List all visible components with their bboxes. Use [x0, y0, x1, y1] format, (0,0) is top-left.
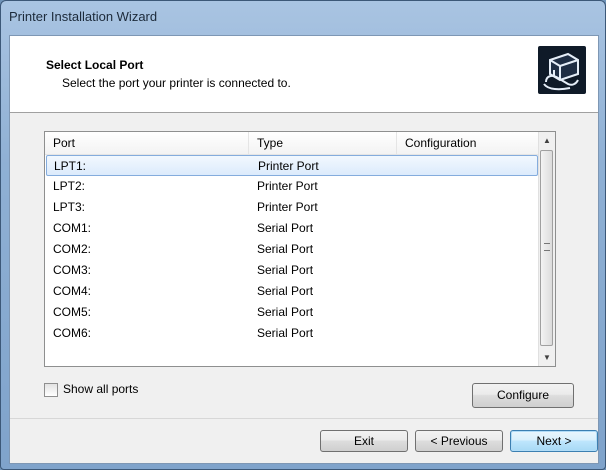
configure-button[interactable]: Configure: [472, 383, 574, 408]
column-header-configuration[interactable]: Configuration: [397, 132, 539, 154]
port-cell: COM2:: [53, 242, 92, 256]
scrollbar-thumb[interactable]: [540, 150, 553, 346]
column-header-port[interactable]: Port: [45, 132, 249, 154]
type-cell: Serial Port: [257, 284, 314, 298]
port-cell: LPT3:: [53, 200, 86, 214]
table-row[interactable]: COM1: Serial Port: [45, 218, 539, 239]
table-row[interactable]: COM6: Serial Port: [45, 323, 539, 344]
column-header-type[interactable]: Type: [249, 132, 397, 154]
type-cell: Printer Port: [257, 179, 318, 193]
port-cell: COM4:: [53, 284, 92, 298]
scroll-up-arrow-icon[interactable]: ▲: [539, 132, 555, 149]
table-row[interactable]: COM2: Serial Port: [45, 239, 539, 260]
table-row[interactable]: COM4: Serial Port: [45, 281, 539, 302]
show-all-ports-label[interactable]: Show all ports: [63, 382, 138, 396]
port-cell: COM1:: [53, 221, 92, 235]
port-cell: COM6:: [53, 326, 92, 340]
next-button[interactable]: Next >: [510, 430, 598, 452]
type-cell: Serial Port: [257, 263, 314, 277]
table-row[interactable]: LPT2: Printer Port: [45, 176, 539, 197]
type-cell: Serial Port: [257, 242, 314, 256]
checkbox-box[interactable]: [44, 383, 58, 397]
page-title: Select Local Port: [46, 58, 144, 72]
port-cell: COM3:: [53, 263, 92, 277]
window-title: Printer Installation Wizard: [9, 9, 158, 24]
wizard-header: Select Local Port Select the port your p…: [10, 36, 598, 113]
type-cell: Serial Port: [257, 221, 314, 235]
table-row[interactable]: LPT3: Printer Port: [45, 197, 539, 218]
port-list-header: Port Type Configuration: [45, 132, 539, 155]
port-cell: LPT2:: [53, 179, 86, 193]
title-bar[interactable]: Printer Installation Wizard: [1, 1, 605, 35]
grip-icon: [544, 243, 550, 251]
port-list[interactable]: Port Type Configuration LPT1: Printer Po…: [44, 131, 556, 367]
wizard-window: Printer Installation Wizard Select Local…: [0, 0, 606, 470]
type-cell: Serial Port: [257, 305, 314, 319]
printer-icon: [538, 46, 586, 94]
table-row[interactable]: LPT1: Printer Port: [46, 155, 538, 176]
port-cell: LPT1:: [54, 159, 87, 173]
type-cell: Printer Port: [257, 200, 318, 214]
footer-divider: [10, 418, 598, 419]
type-cell: Serial Port: [257, 326, 314, 340]
exit-button[interactable]: Exit: [320, 430, 408, 452]
scroll-down-arrow-icon[interactable]: ▼: [539, 349, 555, 366]
previous-button[interactable]: < Previous: [415, 430, 503, 452]
port-cell: COM5:: [53, 305, 92, 319]
port-rows: LPT1: Printer Port LPT2: Printer Port LP…: [45, 155, 539, 344]
type-cell: Printer Port: [258, 159, 319, 173]
table-row[interactable]: COM5: Serial Port: [45, 302, 539, 323]
table-row[interactable]: COM3: Serial Port: [45, 260, 539, 281]
vertical-scrollbar[interactable]: ▲ ▼: [538, 132, 555, 366]
page-subtitle: Select the port your printer is connecte…: [62, 76, 291, 90]
wizard-body: Select Local Port Select the port your p…: [9, 35, 599, 464]
